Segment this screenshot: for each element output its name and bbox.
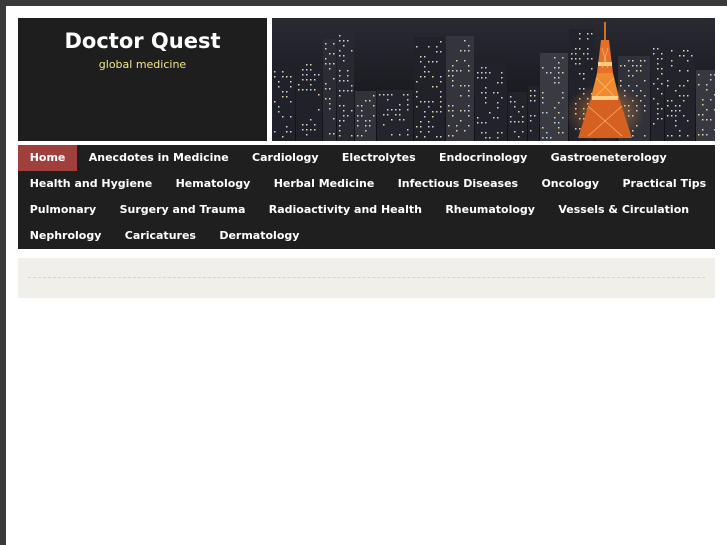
nav-item-nephrology[interactable]: Nephrology bbox=[18, 223, 113, 249]
city-skyline-tokyo-tower-image bbox=[272, 18, 715, 141]
header-banner-image bbox=[272, 18, 715, 141]
content-area bbox=[18, 258, 715, 298]
nav-item-rheumatology[interactable]: Rheumatology bbox=[434, 197, 547, 223]
nav-item-radioactivity-and-health[interactable]: Radioactivity and Health bbox=[257, 197, 434, 223]
nav-row: Pulmonary Surgery and Trauma Radioactivi… bbox=[18, 197, 715, 223]
content-divider bbox=[28, 277, 705, 278]
nav-item-anecdotes-in-medicine[interactable]: Anecdotes in Medicine bbox=[77, 145, 240, 171]
nav-item-electrolytes[interactable]: Electrolytes bbox=[330, 145, 427, 171]
nav-item-pulmonary[interactable]: Pulmonary bbox=[18, 197, 108, 223]
nav-item-dermatology[interactable]: Dermatology bbox=[208, 223, 311, 249]
page: Doctor Quest global medicine Home Anecdo… bbox=[6, 6, 727, 545]
site-title[interactable]: Doctor Quest bbox=[18, 18, 267, 53]
nav-item-practical-tips[interactable]: Practical Tips bbox=[611, 171, 718, 197]
nav-item-cardiology[interactable]: Cardiology bbox=[240, 145, 330, 171]
nav-item-gastroeneterology[interactable]: Gastroeneterology bbox=[539, 145, 678, 171]
nav-row: Nephrology Caricatures Dermatology bbox=[18, 223, 715, 249]
nav-item-vessels-and-circulation[interactable]: Vessels & Circulation bbox=[547, 197, 701, 223]
nav-item-caricatures[interactable]: Caricatures bbox=[113, 223, 208, 249]
nav-item-infectious-diseases[interactable]: Infectious Diseases bbox=[386, 171, 530, 197]
nav-item-surgery-and-trauma[interactable]: Surgery and Trauma bbox=[108, 197, 257, 223]
nav-item-home[interactable]: Home bbox=[18, 145, 78, 171]
nav-row: Health and Hygiene Hematology Herbal Med… bbox=[18, 171, 715, 197]
site-header-branding: Doctor Quest global medicine bbox=[18, 18, 267, 141]
nav-item-herbal-medicine[interactable]: Herbal Medicine bbox=[262, 171, 386, 197]
nav-item-endocrinology[interactable]: Endocrinology bbox=[427, 145, 539, 171]
nav-item-hematology[interactable]: Hematology bbox=[164, 171, 262, 197]
main-navigation: Home Anecdotes in Medicine Cardiology El… bbox=[18, 145, 715, 249]
nav-row: Home Anecdotes in Medicine Cardiology El… bbox=[18, 145, 715, 171]
site-tagline: global medicine bbox=[98, 58, 187, 71]
nav-item-health-and-hygiene[interactable]: Health and Hygiene bbox=[18, 171, 164, 197]
nav-item-oncology[interactable]: Oncology bbox=[530, 171, 611, 197]
